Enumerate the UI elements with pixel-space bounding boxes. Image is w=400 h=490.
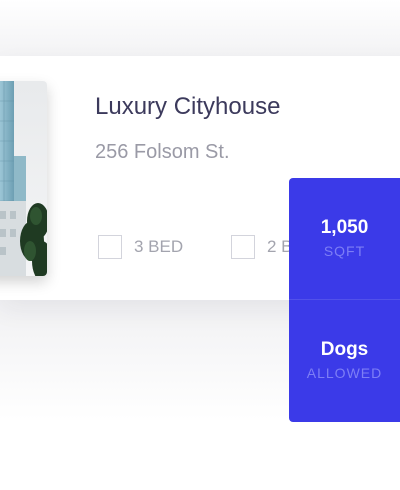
stat-pets-value: Dogs [320,339,369,360]
page-background-top [0,0,400,60]
stat-pets-caption: ALLOWED [306,365,383,381]
stats-divider [289,299,400,300]
bed-icon [98,235,122,259]
stats-panel: 1,050 SQFT Dogs ALLOWED [289,178,400,422]
building-photo[interactable] [0,81,47,276]
bath-icon [231,235,255,259]
listing-address: 256 Folsom St. [95,141,230,163]
listing-title[interactable]: Luxury Cityhouse [95,93,280,121]
stat-area: 1,050 SQFT [289,216,400,260]
stat-pets: Dogs ALLOWED [289,338,400,382]
feature-bedrooms-label: 3 BED [134,237,184,256]
feature-bedrooms: 3 BED [98,234,183,260]
stat-area-caption: SQFT [323,243,366,259]
feature-bathrooms: 2 B [231,234,293,260]
stat-area-value: 1,050 [320,217,369,238]
